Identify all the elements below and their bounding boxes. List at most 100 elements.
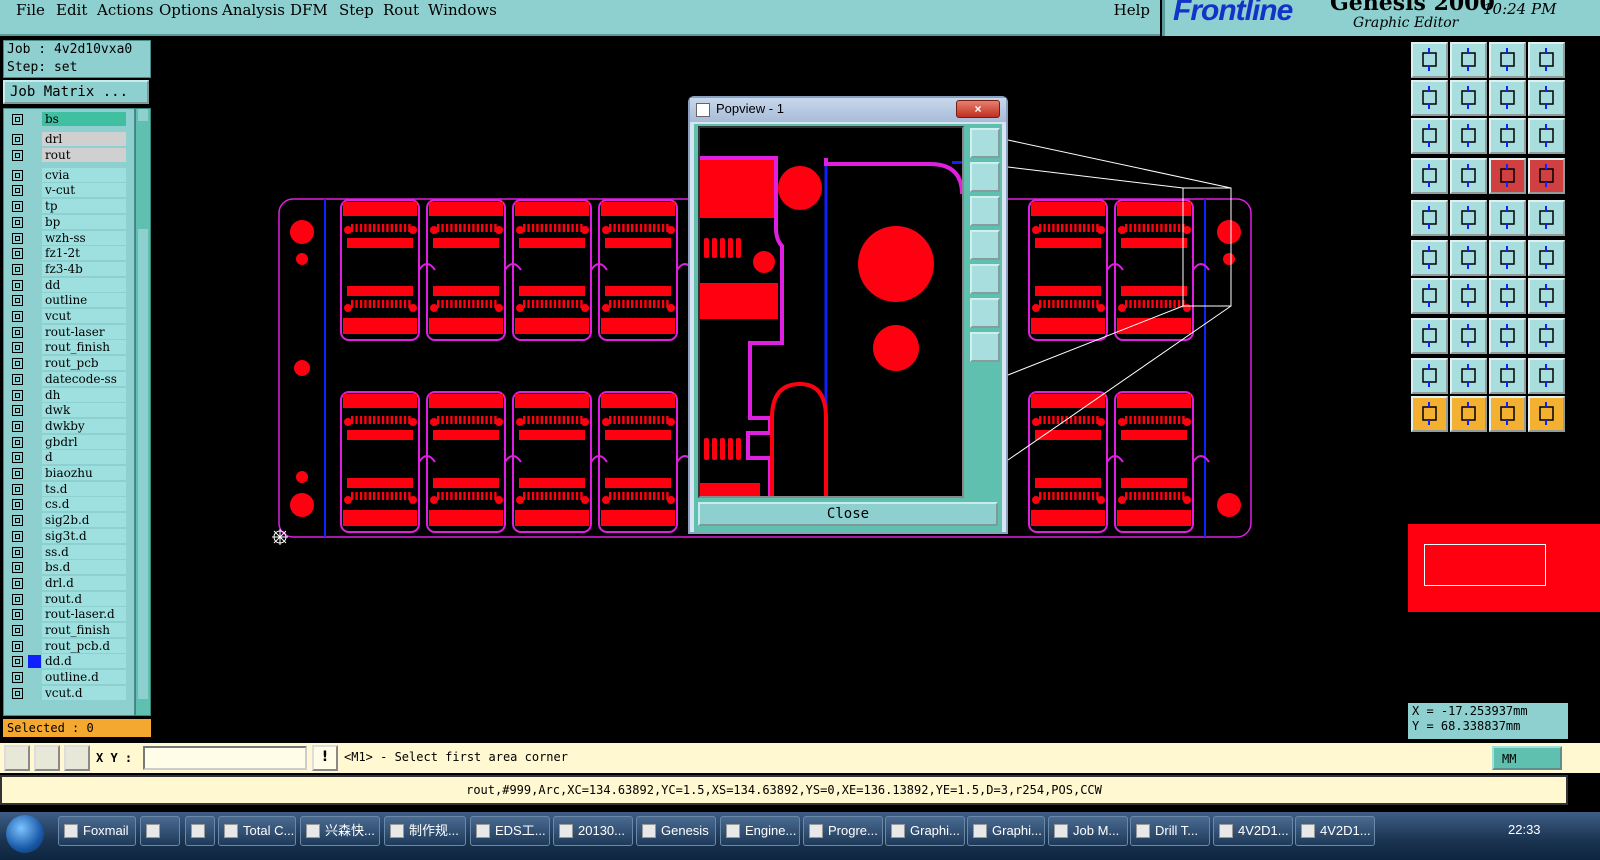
layer-checkbox[interactable]	[12, 134, 23, 145]
pad-icon[interactable]	[1528, 200, 1565, 236]
snap-point-icon[interactable]	[1450, 240, 1487, 276]
display-red-icon[interactable]	[1489, 158, 1526, 194]
layer-row[interactable]: bs	[6, 112, 134, 127]
layer-checkbox[interactable]	[12, 687, 23, 699]
layer-row[interactable]: cvia	[6, 167, 134, 183]
layer-row[interactable]: outline.d	[6, 670, 134, 685]
layer-name[interactable]: bp	[42, 214, 126, 229]
taskbar-item[interactable]: Genesis	[636, 816, 716, 846]
layer-row[interactable]: ss.d	[6, 544, 134, 560]
select-path-icon[interactable]	[1528, 396, 1565, 432]
layer-checkbox[interactable]	[12, 656, 23, 668]
layer-checkbox[interactable]	[12, 452, 23, 464]
layer-checkbox[interactable]	[12, 672, 23, 684]
layer-row[interactable]: vcut.d	[6, 685, 134, 701]
warning-icon[interactable]: !	[312, 745, 338, 771]
select-arrow-icon[interactable]	[1411, 396, 1448, 432]
units-selector[interactable]: MM	[1492, 746, 1562, 770]
taskbar-item[interactable]: EDS工...	[470, 816, 550, 846]
layer-checkbox[interactable]	[12, 499, 23, 511]
pan-left-icon[interactable]	[970, 230, 1000, 260]
rotate-icon[interactable]	[1489, 278, 1526, 314]
pan-down-icon[interactable]	[1450, 42, 1487, 78]
layer-row[interactable]: dwk	[6, 403, 134, 418]
layer-checkbox[interactable]	[12, 530, 23, 542]
layer-name[interactable]: outline	[42, 293, 126, 308]
taskbar-item[interactable]: Foxmail	[58, 816, 136, 846]
layer-row[interactable]: fz1-2t	[6, 246, 134, 261]
layer-checkbox[interactable]	[12, 593, 23, 605]
layer-checkbox[interactable]	[12, 358, 23, 370]
select-net-icon[interactable]	[1489, 396, 1526, 432]
line-edge-icon[interactable]	[1528, 240, 1565, 276]
layer-checkbox[interactable]	[12, 279, 23, 291]
layer-settings-icon[interactable]	[1411, 158, 1448, 194]
layer-row[interactable]: sig3t.d	[6, 528, 134, 544]
scroll-up-arrow[interactable]	[138, 109, 148, 121]
taskbar-item[interactable]: Graphi...	[885, 816, 965, 846]
job-matrix-button[interactable]: Job Matrix ...	[3, 80, 149, 104]
menu-dfm[interactable]: DFM	[290, 1, 328, 19]
layer-row[interactable]: dd.d	[6, 654, 134, 669]
menu-analysis[interactable]: Analysis	[222, 1, 285, 19]
layer-name[interactable]: sig2b.d	[42, 513, 126, 528]
layer-name[interactable]: d	[42, 450, 126, 465]
taskbar-item[interactable]: Total C...	[218, 816, 296, 846]
taskbar-item[interactable]	[140, 816, 180, 846]
layer-name[interactable]: rout	[42, 147, 126, 162]
xy-input[interactable]	[143, 746, 307, 770]
layer-name[interactable]: v-cut	[42, 183, 126, 198]
layer-name[interactable]: rout_finish	[42, 623, 126, 637]
layer-row[interactable]: drl	[6, 132, 134, 147]
layer-name[interactable]: rout.d	[42, 591, 126, 606]
move-icon[interactable]	[1450, 200, 1487, 236]
layer-row[interactable]: d	[6, 450, 134, 465]
close-icon[interactable]: ×	[956, 100, 1000, 118]
layer-row[interactable]: v-cut	[6, 183, 134, 198]
home-icon[interactable]	[1489, 42, 1526, 78]
layer-name[interactable]: wzh-ss	[42, 230, 126, 245]
pan-up-icon[interactable]	[1411, 42, 1448, 78]
layer-row[interactable]: dh	[6, 387, 134, 403]
layer-row[interactable]: wzh-ss	[6, 230, 134, 246]
layer-name[interactable]: rout_finish	[42, 340, 126, 355]
cluster-icon[interactable]	[1528, 318, 1565, 354]
layer-name[interactable]: vcut	[42, 309, 126, 323]
ruler-icon[interactable]	[1489, 200, 1526, 236]
layer-row[interactable]: rout.d	[6, 591, 134, 607]
layer-name[interactable]: rout_pcb.d	[42, 638, 126, 653]
menu-help[interactable]: Help	[1114, 1, 1150, 19]
menu-file[interactable]: File	[16, 1, 45, 19]
layer-checkbox[interactable]	[12, 248, 23, 260]
layer-row[interactable]: drl.d	[6, 575, 134, 591]
zoom-out-icon[interactable]	[970, 332, 1000, 362]
slash-icon[interactable]	[1450, 278, 1487, 314]
scroll-thumb[interactable]	[138, 229, 148, 699]
undo-view-icon[interactable]	[1489, 80, 1526, 116]
pan-right-icon[interactable]	[1450, 80, 1487, 116]
layer-row[interactable]: vcut	[6, 309, 134, 324]
angle-icon[interactable]	[1411, 278, 1448, 314]
layer-name[interactable]: dd	[42, 277, 126, 292]
layer-row[interactable]: gbdrl	[6, 434, 134, 450]
measure-icon[interactable]	[1489, 318, 1526, 354]
taskbar-item[interactable]: Drill T...	[1130, 816, 1210, 846]
layer-row[interactable]: bs.d	[6, 560, 134, 575]
layer-name[interactable]: dh	[42, 387, 126, 402]
menu-rout[interactable]: Rout	[383, 1, 419, 19]
layer-checkbox[interactable]	[12, 263, 23, 275]
layer-name[interactable]: cvia	[42, 167, 126, 182]
zoom-in-icon[interactable]	[970, 298, 1000, 328]
text-a-icon[interactable]	[1450, 358, 1487, 394]
menu-step[interactable]: Step	[339, 1, 374, 19]
menu-options[interactable]: Options	[159, 1, 218, 19]
taskbar-item[interactable]: Job M...	[1048, 816, 1128, 846]
layer-checkbox[interactable]	[12, 546, 23, 558]
layer-checkbox[interactable]	[12, 483, 23, 495]
zoom-home-icon[interactable]	[970, 128, 1000, 158]
taskbar-item[interactable]: 制作规...	[384, 816, 466, 846]
layer-name[interactable]: datecode-ss	[42, 371, 126, 386]
layer-name[interactable]: gbdrl	[42, 434, 126, 449]
layer-name[interactable]: dd.d	[42, 654, 126, 669]
select-box-icon[interactable]	[1450, 396, 1487, 432]
